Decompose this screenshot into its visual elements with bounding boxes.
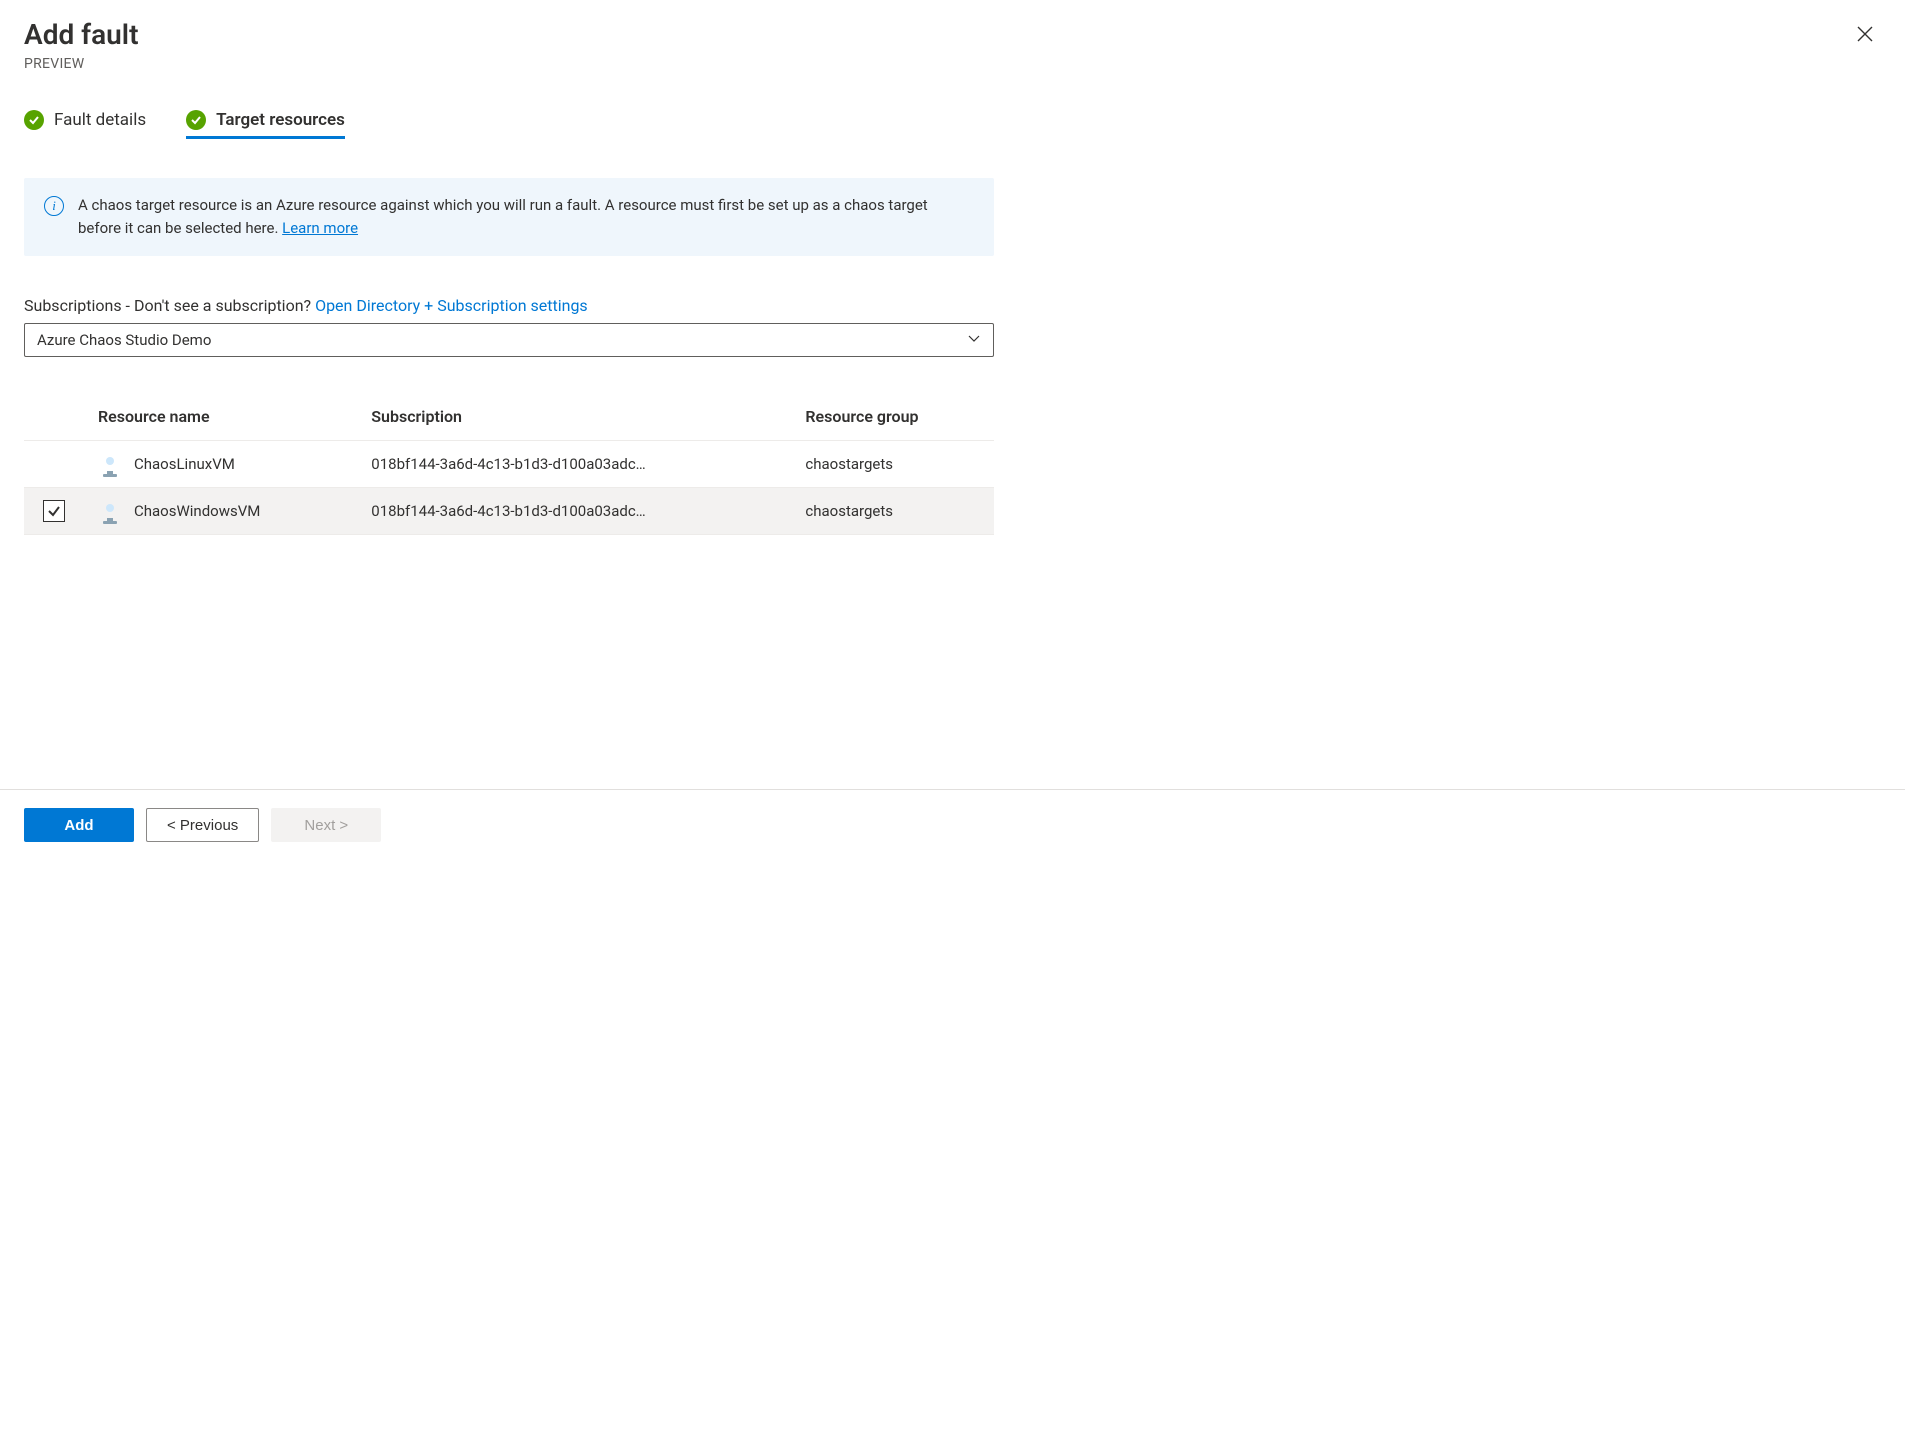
resources-table: Resource name Subscription Resource grou… xyxy=(24,397,994,535)
tab-label: Target resources xyxy=(216,110,345,130)
info-icon: i xyxy=(44,196,64,216)
info-text: A chaos target resource is an Azure reso… xyxy=(78,194,974,241)
resource-subscription: 018bf144-3a6d-4c13-b1d3-d100a03adc… xyxy=(357,488,791,535)
learn-more-link[interactable]: Learn more xyxy=(282,219,358,237)
wizard-footer: Add < Previous Next > xyxy=(0,789,1905,860)
resource-name: ChaosLinuxVM xyxy=(134,455,235,473)
table-row[interactable]: ChaosWindowsVM 018bf144-3a6d-4c13-b1d3-d… xyxy=(24,488,994,535)
col-header-select xyxy=(24,397,84,441)
resource-subscription: 018bf144-3a6d-4c13-b1d3-d100a03adc… xyxy=(357,441,791,488)
subscription-dropdown[interactable]: Azure Chaos Studio Demo xyxy=(24,323,994,357)
next-button: Next > xyxy=(271,808,381,842)
resource-group: chaostargets xyxy=(791,488,994,535)
info-message: A chaos target resource is an Azure reso… xyxy=(78,196,928,237)
tab-label: Fault details xyxy=(54,110,146,130)
table-row[interactable]: ChaosLinuxVM 018bf144-3a6d-4c13-b1d3-d10… xyxy=(24,441,994,488)
subscription-selected-value: Azure Chaos Studio Demo xyxy=(37,331,211,349)
vm-icon xyxy=(98,453,122,475)
chevron-down-icon xyxy=(967,331,981,349)
check-circle-icon xyxy=(186,110,206,130)
tab-fault-details[interactable]: Fault details xyxy=(24,110,146,138)
vm-icon xyxy=(98,500,122,522)
subscriptions-label: Subscriptions - Don't see a subscription… xyxy=(24,296,1881,315)
resource-name: ChaosWindowsVM xyxy=(134,502,260,520)
close-icon xyxy=(1856,25,1874,43)
close-button[interactable] xyxy=(1853,22,1877,46)
resource-group: chaostargets xyxy=(791,441,994,488)
subscriptions-label-text: Subscriptions - Don't see a subscription… xyxy=(24,296,315,315)
page-title: Add fault xyxy=(24,18,1881,52)
wizard-tabs: Fault details Target resources xyxy=(24,110,1881,138)
col-header-subscription[interactable]: Subscription xyxy=(357,397,791,441)
add-button[interactable]: Add xyxy=(24,808,134,842)
tab-target-resources[interactable]: Target resources xyxy=(186,110,345,138)
open-directory-settings-link[interactable]: Open Directory + Subscription settings xyxy=(315,296,588,315)
check-circle-icon xyxy=(24,110,44,130)
page-subtitle: PREVIEW xyxy=(24,56,1881,72)
row-checkbox[interactable] xyxy=(43,500,65,522)
info-banner: i A chaos target resource is an Azure re… xyxy=(24,178,994,257)
previous-button[interactable]: < Previous xyxy=(146,808,259,842)
col-header-name[interactable]: Resource name xyxy=(84,397,357,441)
col-header-group[interactable]: Resource group xyxy=(791,397,994,441)
